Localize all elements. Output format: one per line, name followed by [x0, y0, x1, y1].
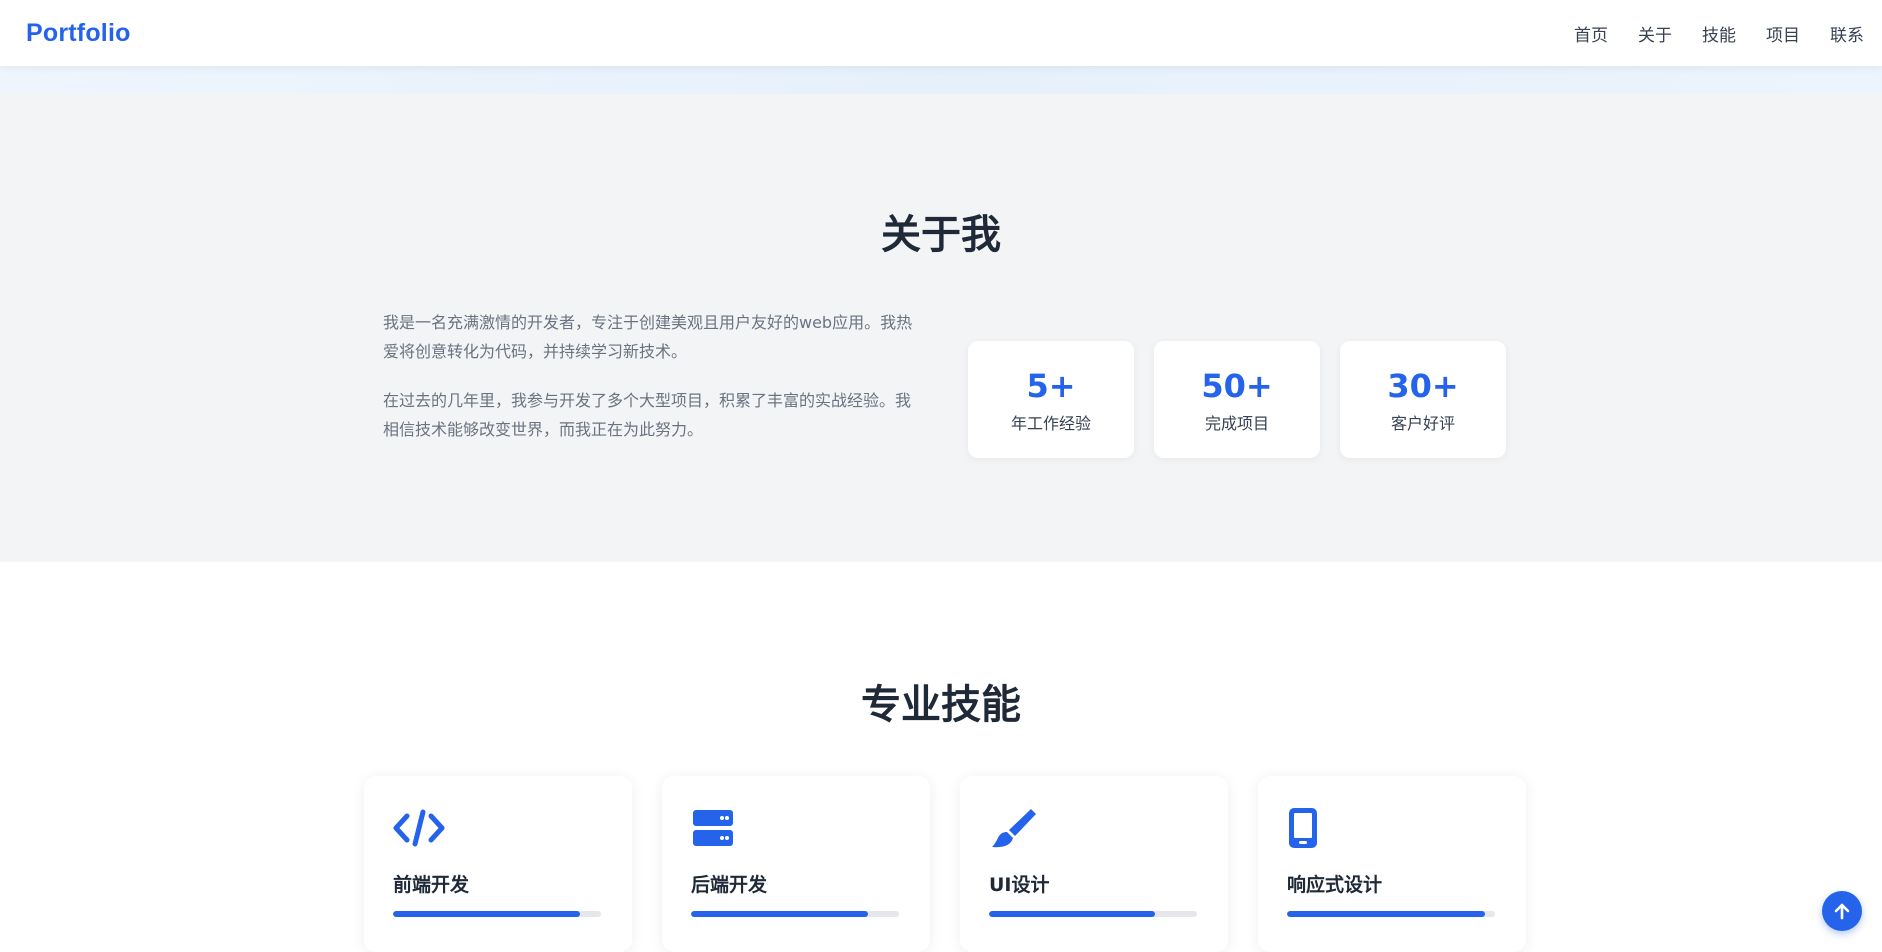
stat-card-reviews: 30+ 客户好评	[1340, 341, 1506, 458]
main-nav: 首页 关于 技能 项目 联系	[1574, 21, 1864, 46]
stat-card-experience: 5+ 年工作经验	[968, 341, 1134, 458]
stat-value: 50+	[1201, 366, 1273, 405]
skills-section: 专业技能 前端开发 后端开发 UI设计 响应式设计	[0, 562, 1882, 952]
stat-label: 完成项目	[1204, 413, 1269, 433]
skill-card-frontend: 前端开发	[364, 776, 632, 952]
stat-value: 5+	[1026, 366, 1076, 405]
skill-grid: 前端开发 后端开发 UI设计 响应式设计	[364, 776, 1526, 952]
skill-name: 后端开发	[691, 874, 768, 896]
site-logo[interactable]: Portfolio	[26, 19, 131, 48]
skill-progress-fill	[989, 911, 1156, 917]
skill-name: UI设计	[989, 874, 1050, 896]
back-to-top-button[interactable]	[1822, 891, 1862, 931]
server-icon	[693, 810, 733, 846]
skill-progress-fill	[393, 911, 581, 917]
about-paragraph: 我是一名充满激情的开发者，专注于创建美观且用户友好的web应用。我热爱将创意转化…	[383, 313, 913, 361]
skill-progress-bar	[989, 911, 1197, 917]
about-paragraph: 在过去的几年里，我参与开发了多个大型项目，积累了丰富的实战经验。我相信技术能够改…	[383, 391, 912, 439]
stat-card-projects: 50+ 完成项目	[1154, 341, 1320, 458]
code-icon	[393, 809, 445, 847]
skill-progress-fill	[691, 911, 868, 917]
about-title: 关于我	[881, 212, 1001, 258]
nav-link-home[interactable]: 首页	[1574, 21, 1608, 46]
skill-card-ui-design: UI设计	[960, 776, 1228, 952]
skill-progress-bar	[1287, 911, 1495, 917]
nav-link-contact[interactable]: 联系	[1830, 21, 1864, 46]
stat-label: 客户好评	[1390, 413, 1455, 433]
skill-progress-bar	[691, 911, 899, 917]
nav-link-about[interactable]: 关于	[1638, 21, 1672, 46]
about-section: 关于我 我是一名充满激情的开发者，专注于创建美观且用户友好的web应用。我热爱将…	[0, 94, 1882, 562]
stat-label: 年工作经验	[1010, 413, 1091, 433]
nav-link-projects[interactable]: 项目	[1766, 21, 1800, 46]
arrow-up-icon	[1834, 903, 1850, 920]
skill-progress-fill	[1287, 911, 1485, 917]
brush-icon	[992, 809, 1036, 848]
site-header: Portfolio 首页 关于 技能 项目 联系	[0, 0, 1882, 66]
hero-section-edge	[0, 66, 1882, 94]
skills-title: 专业技能	[861, 682, 1021, 728]
nav-link-skills[interactable]: 技能	[1702, 21, 1736, 46]
about-text: 我是一名充满激情的开发者，专注于创建美观且用户友好的web应用。我热爱将创意转化…	[383, 308, 913, 464]
stat-value: 30+	[1387, 366, 1459, 405]
skill-card-responsive: 响应式设计	[1258, 776, 1526, 952]
skill-name: 前端开发	[393, 874, 470, 896]
stats-row: 5+ 年工作经验 50+ 完成项目 30+ 客户好评	[968, 341, 1506, 458]
mobile-icon	[1289, 808, 1317, 848]
skill-name: 响应式设计	[1287, 874, 1383, 896]
skill-progress-bar	[393, 911, 601, 917]
skill-card-backend: 后端开发	[662, 776, 930, 952]
